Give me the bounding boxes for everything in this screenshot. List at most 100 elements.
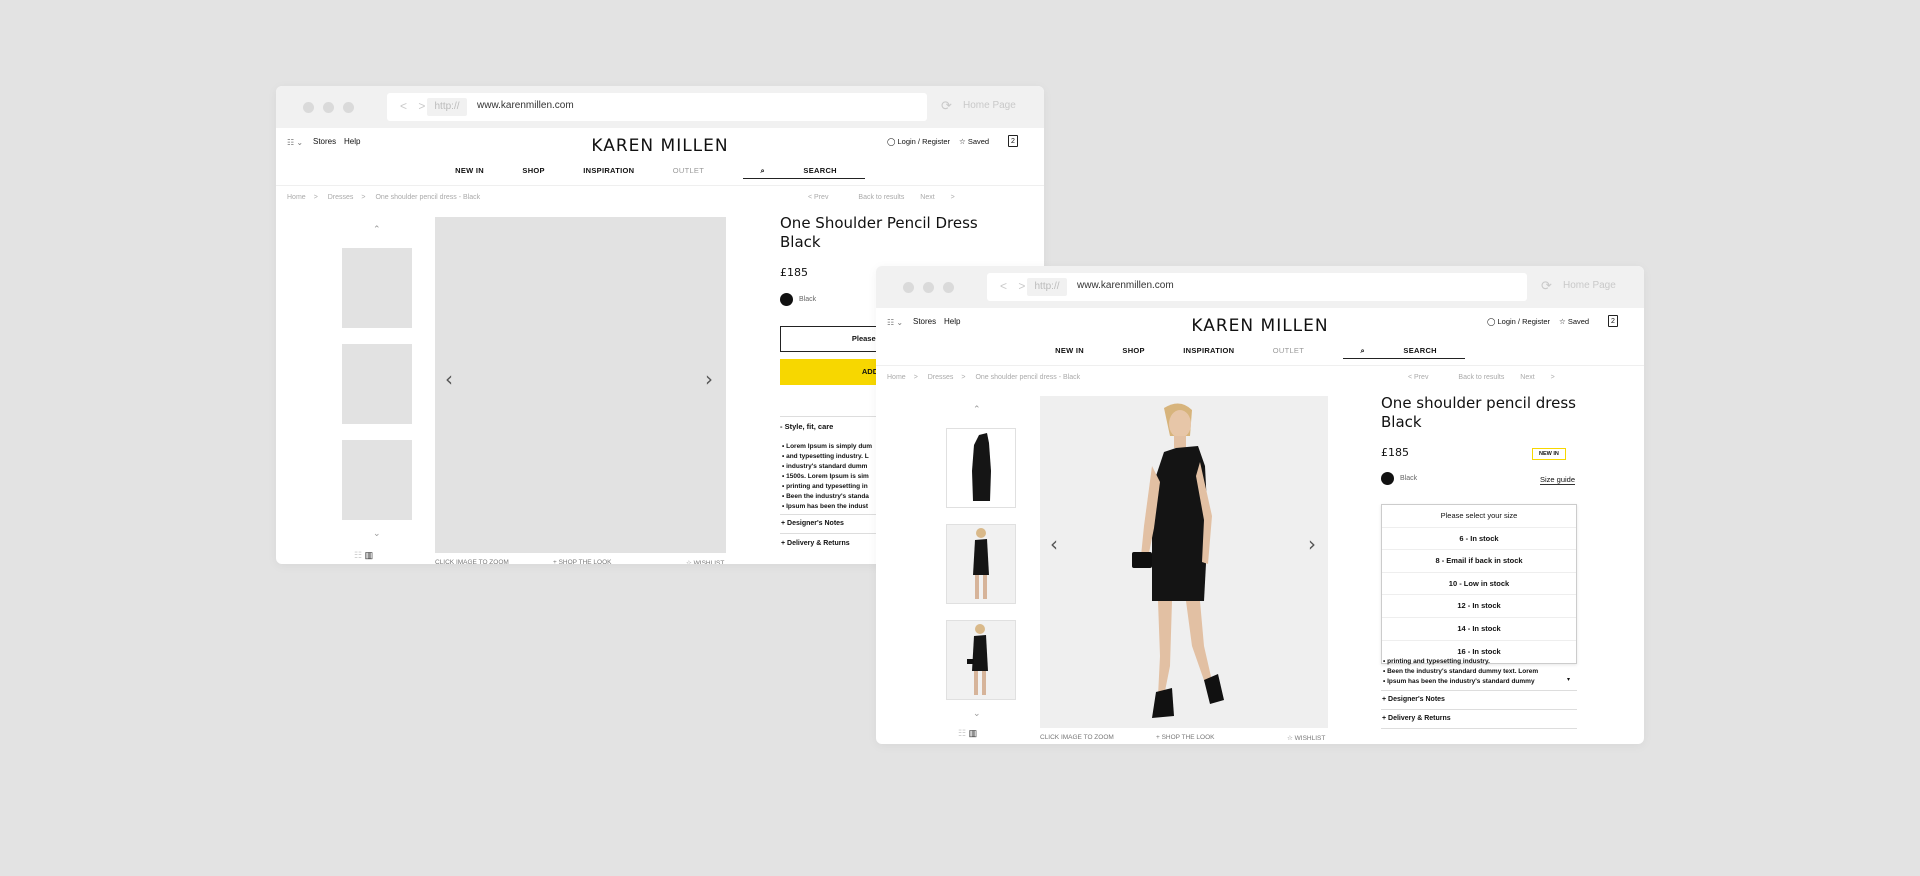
main-product-image[interactable]: ‹ › — [1040, 396, 1328, 728]
protocol-label: http:// — [427, 98, 467, 116]
thumb-scroll-down-icon[interactable]: ⌄ — [373, 528, 381, 539]
window-minimize-dot[interactable] — [923, 282, 934, 293]
thumbnail-model-front[interactable] — [946, 524, 1016, 604]
breadcrumb: Home > Dresses > One shoulder pencil dress… — [887, 374, 1088, 381]
view-toggle-icon[interactable]: ☷ ▥ — [354, 550, 373, 561]
shop-the-look-link[interactable]: + SHOP THE LOOK — [1156, 734, 1214, 741]
description-item: 1500s. Lorem Ipsum is sim — [782, 472, 872, 482]
thumbnail-model-side[interactable] — [946, 620, 1016, 700]
nav-inspiration[interactable]: INSPIRATION — [583, 166, 634, 175]
pager-back[interactable]: Back to results — [1458, 374, 1504, 381]
nav-search[interactable]: ⌕ SEARCH — [1342, 346, 1465, 359]
reload-icon[interactable]: ⟳ — [1541, 278, 1552, 294]
image-next-icon[interactable]: › — [1308, 532, 1316, 556]
size-option[interactable]: 6 - In stock — [1382, 528, 1576, 551]
bag-icon[interactable]: 2 — [1008, 135, 1018, 147]
browser-chrome: < > http:// www.karenmillen.com ⟳ Home P… — [276, 86, 1044, 128]
window-minimize-dot[interactable] — [323, 102, 334, 113]
reload-icon[interactable]: ⟳ — [941, 98, 952, 114]
login-register-link[interactable]: ◯ Login / Register — [887, 137, 950, 146]
nav-new-in[interactable]: NEW IN — [455, 166, 484, 175]
saved-label: Saved — [967, 137, 990, 146]
nav-search[interactable]: ⌕ SEARCH — [742, 166, 865, 179]
thumbnail-placeholder[interactable] — [342, 440, 412, 520]
thumbnail-dress-front[interactable] — [946, 428, 1016, 508]
nav-inspiration[interactable]: INSPIRATION — [1183, 346, 1234, 355]
wishlist-label: WISHLIST — [1294, 735, 1326, 742]
product-pager: < Prev Back to results Next > — [1408, 374, 1569, 381]
designers-notes-toggle[interactable]: + Designer's Notes — [781, 520, 844, 527]
pager-next[interactable]: Next > — [920, 194, 954, 201]
size-guide-link[interactable]: Size guide — [1540, 475, 1576, 485]
thumb-scroll-up-icon[interactable]: ⌃ — [973, 404, 981, 415]
nav-new-in[interactable]: NEW IN — [1055, 346, 1084, 355]
breadcrumb-home[interactable]: Home — [287, 194, 306, 201]
home-page-link[interactable]: Home Page — [1563, 280, 1616, 291]
home-page-link[interactable]: Home Page — [963, 100, 1016, 111]
url-text[interactable]: www.karenmillen.com — [477, 100, 574, 111]
window-maximize-dot[interactable] — [943, 282, 954, 293]
description-item: printing and typesetting in — [782, 482, 872, 492]
prev-label: Prev — [814, 194, 829, 201]
shop-the-look-link[interactable]: + SHOP THE LOOK — [553, 559, 611, 564]
image-prev-icon[interactable]: ‹ — [445, 367, 453, 391]
pager-back[interactable]: Back to results — [858, 194, 904, 201]
size-option-placeholder[interactable]: Please select your size — [1382, 505, 1576, 528]
login-register-link[interactable]: ◯ Login / Register — [1487, 317, 1550, 326]
saved-link[interactable]: ☆ Saved — [1559, 317, 1589, 326]
size-dropdown[interactable]: Please select your size 6 - In stock 8 -… — [1381, 504, 1577, 665]
wishlist-link[interactable]: ☆ WISHLIST — [686, 559, 724, 564]
chevron-right-icon: > — [961, 374, 966, 381]
color-swatch[interactable] — [780, 293, 793, 306]
saved-link[interactable]: ☆ Saved — [959, 137, 989, 146]
delivery-returns-toggle[interactable]: + Delivery & Returns — [781, 540, 850, 547]
thumbnail-placeholder[interactable] — [342, 248, 412, 328]
view-toggle-icon[interactable]: ☷ ▥ — [958, 728, 977, 739]
search-label: SEARCH — [803, 166, 837, 175]
browser-window-final: < > http:// www.karenmillen.com ⟳ Home P… — [876, 266, 1644, 744]
click-to-zoom[interactable]: CLICK IMAGE TO ZOOM — [435, 559, 509, 564]
pager-next[interactable]: Next > — [1520, 374, 1554, 381]
nav-outlet[interactable]: OUTLET — [673, 166, 704, 175]
designers-notes-toggle[interactable]: + Designer's Notes — [1382, 696, 1445, 703]
size-option[interactable]: 12 - In stock — [1382, 595, 1576, 618]
window-close-dot[interactable] — [303, 102, 314, 113]
size-option[interactable]: 14 - In stock — [1382, 618, 1576, 641]
chevron-right-icon: > — [313, 194, 318, 201]
main-nav: NEW IN SHOP INSPIRATION OUTLET ⌕ SEARCH — [276, 166, 1044, 179]
back-forward-icon[interactable]: < > — [1000, 279, 1029, 293]
scroll-down-caret-icon[interactable]: ▾ — [1567, 676, 1570, 683]
breadcrumb-dresses[interactable]: Dresses — [928, 374, 954, 381]
address-bar[interactable]: < > http:// www.karenmillen.com — [987, 273, 1527, 301]
window-maximize-dot[interactable] — [343, 102, 354, 113]
style-fit-care-heading[interactable]: - Style, fit, care — [780, 422, 833, 431]
nav-outlet[interactable]: OUTLET — [1273, 346, 1304, 355]
wishlist-link[interactable]: ☆ WISHLIST — [1287, 734, 1325, 742]
nav-shop[interactable]: SHOP — [522, 166, 544, 175]
star-icon: ☆ — [959, 137, 966, 146]
delivery-returns-toggle[interactable]: + Delivery & Returns — [1382, 715, 1451, 722]
size-option[interactable]: 8 - Email if back in stock — [1382, 550, 1576, 573]
image-next-icon[interactable]: › — [705, 367, 713, 391]
description-list: Lorem Ipsum is simply dum and typesettin… — [782, 442, 872, 512]
bag-icon[interactable]: 2 — [1608, 315, 1618, 327]
star-icon: ☆ — [1559, 317, 1566, 326]
address-bar[interactable]: < > http:// www.karenmillen.com — [387, 93, 927, 121]
thumb-scroll-down-icon[interactable]: ⌄ — [973, 708, 981, 719]
click-to-zoom[interactable]: CLICK IMAGE TO ZOOM — [1040, 734, 1114, 741]
back-forward-icon[interactable]: < > — [400, 99, 429, 113]
pager-prev[interactable]: < Prev — [808, 194, 842, 201]
image-prev-icon[interactable]: ‹ — [1050, 532, 1058, 556]
thumb-scroll-up-icon[interactable]: ⌃ — [373, 224, 381, 235]
main-image-placeholder[interactable]: ‹ › — [435, 217, 726, 553]
url-text[interactable]: www.karenmillen.com — [1077, 280, 1174, 291]
description-item: industry's standard dumm — [782, 462, 872, 472]
color-swatch[interactable] — [1381, 472, 1394, 485]
size-option[interactable]: 10 - Low in stock — [1382, 573, 1576, 596]
thumbnail-placeholder[interactable] — [342, 344, 412, 424]
breadcrumb-home[interactable]: Home — [887, 374, 906, 381]
window-close-dot[interactable] — [903, 282, 914, 293]
breadcrumb-dresses[interactable]: Dresses — [328, 194, 354, 201]
nav-shop[interactable]: SHOP — [1122, 346, 1144, 355]
pager-prev[interactable]: < Prev — [1408, 374, 1442, 381]
